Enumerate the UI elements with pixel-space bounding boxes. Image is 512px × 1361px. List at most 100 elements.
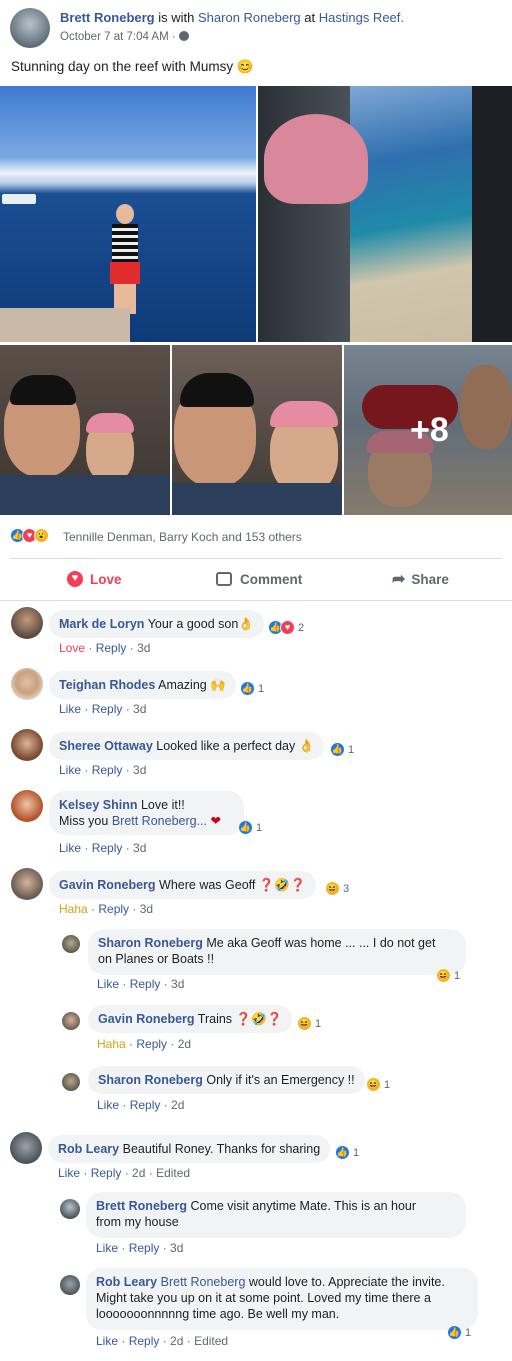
- raised-hands-emoji-icon: 🙌: [210, 678, 226, 692]
- comment-age[interactable]: 3d: [133, 841, 146, 855]
- commenter-name[interactable]: Gavin Roneberg: [59, 878, 156, 892]
- reply-link[interactable]: Reply: [130, 1098, 161, 1112]
- comment-age[interactable]: 3d: [133, 763, 146, 777]
- author-avatar[interactable]: [10, 8, 50, 48]
- tagged-name[interactable]: Brett Roneberg: [161, 1275, 246, 1289]
- commenter-name[interactable]: Sharon Roneberg: [98, 1073, 203, 1087]
- haha-action[interactable]: Haha: [97, 1037, 126, 1051]
- reaction-icons[interactable]: 👍 ♥ 😮: [10, 528, 49, 543]
- comment-age[interactable]: 3d: [137, 641, 150, 655]
- avatar[interactable]: [10, 1132, 42, 1164]
- divider: [0, 600, 512, 601]
- comment-button[interactable]: Comment: [216, 568, 302, 590]
- like-action[interactable]: Like: [59, 763, 81, 777]
- more-photos-count[interactable]: +8: [410, 411, 449, 450]
- post-header-line: Brett Roneberg is with Sharon Roneberg a…: [60, 10, 404, 25]
- commenter-name[interactable]: Gavin Roneberg: [98, 1012, 195, 1026]
- like-action[interactable]: Like: [96, 1241, 118, 1255]
- like-action[interactable]: Like: [97, 977, 119, 991]
- photo-helicopter-view[interactable]: [258, 86, 512, 342]
- edited-label[interactable]: Edited: [156, 1166, 190, 1180]
- edited-label[interactable]: Edited: [194, 1334, 228, 1348]
- comment-meta: Like · Reply · 2d · Edited: [96, 1334, 229, 1348]
- reaction-count: 2: [298, 621, 305, 634]
- reaction-count: 1: [258, 682, 265, 695]
- like-action[interactable]: Like: [59, 841, 81, 855]
- commenter-name[interactable]: Brett Roneberg: [96, 1199, 187, 1213]
- photo-helicopter-group[interactable]: +8: [344, 345, 512, 515]
- haha-icon: 😆: [325, 881, 340, 896]
- like-action[interactable]: Like: [59, 702, 81, 716]
- avatar[interactable]: [11, 668, 43, 700]
- photo-cockpit-selfie-1[interactable]: [0, 345, 170, 515]
- avatar[interactable]: [62, 1012, 80, 1030]
- like-action[interactable]: Like: [97, 1098, 119, 1112]
- comment-bubble: Rob Leary Beautiful Roney. Thanks for sh…: [48, 1135, 331, 1163]
- comment-reactions[interactable]: 👍 1: [447, 1325, 471, 1340]
- reply-link[interactable]: Reply: [136, 1037, 167, 1051]
- reaction-summary[interactable]: Tennille Denman, Barry Koch and 153 othe…: [63, 530, 302, 544]
- reply-link[interactable]: Reply: [129, 1334, 160, 1348]
- reply-link[interactable]: Reply: [129, 1241, 160, 1255]
- commenter-name[interactable]: Kelsey Shinn: [59, 798, 138, 812]
- comment-age[interactable]: 3d: [133, 702, 146, 716]
- reaction-count: 1: [315, 1017, 322, 1030]
- like-action[interactable]: Like: [58, 1166, 80, 1180]
- comment-age[interactable]: 2d: [178, 1037, 191, 1051]
- haha-action[interactable]: Haha: [59, 902, 88, 916]
- comment-reactions[interactable]: 👍 1: [238, 820, 262, 835]
- share-button[interactable]: ➦ Share: [392, 568, 449, 590]
- comment-reactions[interactable]: 😆 1: [297, 1016, 321, 1031]
- avatar[interactable]: [11, 868, 43, 900]
- commenter-name[interactable]: Sharon Roneberg: [98, 936, 203, 950]
- post-timestamp[interactable]: October 7 at 7:04 AM: [60, 31, 169, 43]
- reaction-count: 3: [343, 882, 350, 895]
- share-label: Share: [411, 571, 449, 587]
- comment-reactions[interactable]: 😆 1: [366, 1077, 390, 1092]
- avatar[interactable]: [11, 790, 43, 822]
- reply-link[interactable]: Reply: [98, 902, 129, 916]
- reply-link[interactable]: Reply: [92, 702, 123, 716]
- reply-link[interactable]: Reply: [91, 1166, 122, 1180]
- comment-reactions[interactable]: 👍 ♥ 2: [268, 620, 304, 635]
- reply-link[interactable]: Reply: [96, 641, 127, 655]
- avatar[interactable]: [62, 1073, 80, 1091]
- comment-age[interactable]: 3d: [171, 977, 184, 991]
- photo-reef-woman[interactable]: [0, 86, 256, 342]
- reply-link[interactable]: Reply: [92, 763, 123, 777]
- comment-age[interactable]: 2d: [171, 1098, 184, 1112]
- photo-cockpit-selfie-2[interactable]: [172, 345, 342, 515]
- comment-age[interactable]: 3d: [170, 1241, 183, 1255]
- commenter-name[interactable]: Rob Leary: [96, 1275, 157, 1289]
- comment-meta: Like · Reply · 3d: [97, 977, 185, 991]
- commenter-name[interactable]: Rob Leary: [58, 1142, 119, 1156]
- tagged-name[interactable]: Sharon Roneberg: [198, 10, 301, 25]
- commenter-name[interactable]: Teighan Rhodes: [59, 678, 155, 692]
- tagged-name[interactable]: Brett Roneberg...: [112, 814, 207, 828]
- avatar[interactable]: [60, 1199, 80, 1219]
- commenter-name[interactable]: Sheree Ottaway: [59, 739, 153, 753]
- comment-age[interactable]: 3d: [140, 902, 153, 916]
- avatar[interactable]: [62, 935, 80, 953]
- comment-reactions[interactable]: 👍 1: [240, 681, 264, 696]
- reply-link[interactable]: Reply: [92, 841, 123, 855]
- place-name[interactable]: Hastings Reef.: [319, 10, 404, 25]
- avatar[interactable]: [60, 1275, 80, 1295]
- comment-reactions[interactable]: 👍 1: [335, 1145, 359, 1160]
- avatar[interactable]: [11, 607, 43, 639]
- comment-meta: Like · Reply · 2d: [97, 1098, 185, 1112]
- comment-age[interactable]: 2d: [132, 1166, 145, 1180]
- commenter-name[interactable]: Mark de Loryn: [59, 617, 144, 631]
- comment-reactions[interactable]: 👍 1: [330, 742, 354, 757]
- avatar[interactable]: [11, 729, 43, 761]
- love-button[interactable]: ♥ Love: [66, 568, 122, 590]
- woman-figure: [104, 204, 146, 314]
- comment-age[interactable]: 2d: [170, 1334, 183, 1348]
- comment-reactions[interactable]: 😆 3: [325, 881, 349, 896]
- comment-text-line2: Miss you: [59, 814, 109, 828]
- comment-reactions[interactable]: 😆 1: [436, 968, 460, 983]
- love-action[interactable]: Love: [59, 641, 85, 655]
- author-name[interactable]: Brett Roneberg: [60, 10, 155, 25]
- like-action[interactable]: Like: [96, 1334, 118, 1348]
- reply-link[interactable]: Reply: [130, 977, 161, 991]
